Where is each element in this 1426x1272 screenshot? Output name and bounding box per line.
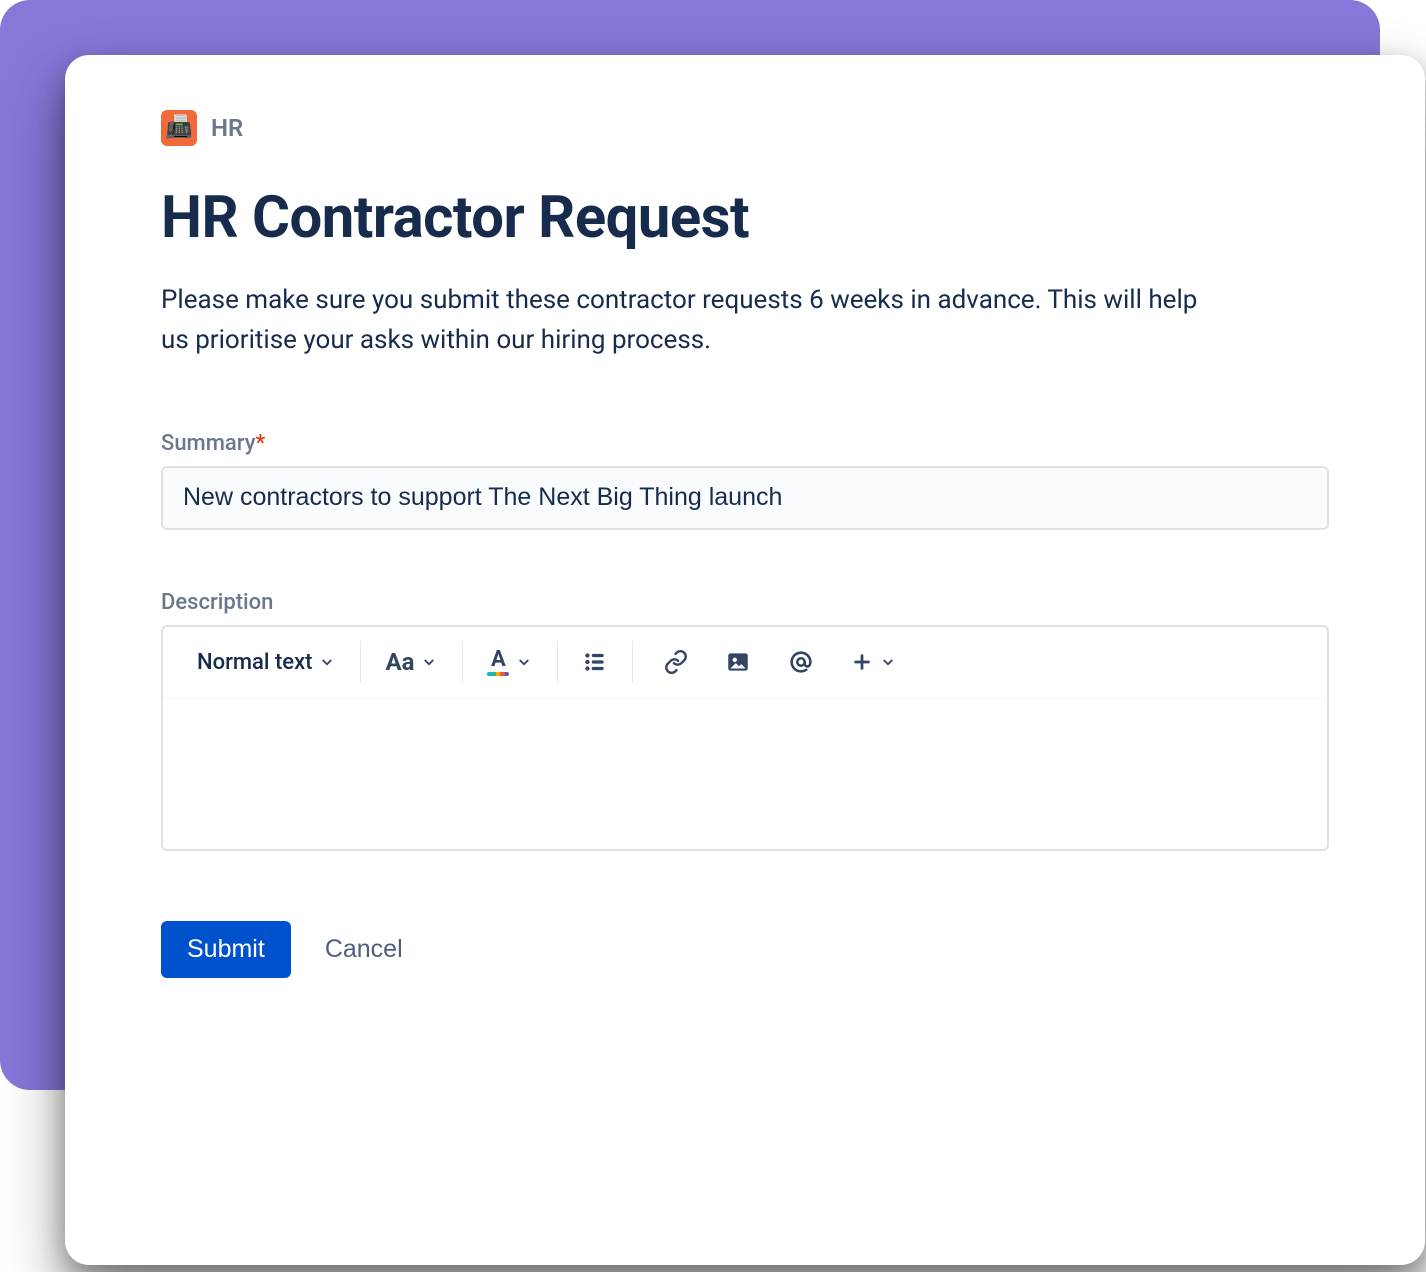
mention-button[interactable] xyxy=(783,642,819,682)
link-icon xyxy=(663,649,689,675)
project-icon-emoji: 📠 xyxy=(165,117,192,139)
required-asterisk: * xyxy=(256,431,266,456)
text-color-icon: A xyxy=(487,649,509,676)
summary-label-text: Summary xyxy=(161,431,256,456)
chevron-down-icon xyxy=(420,653,438,671)
insert-more-dropdown[interactable] xyxy=(847,645,901,679)
plus-icon xyxy=(851,651,873,673)
summary-input[interactable] xyxy=(161,466,1329,530)
page-title: HR Contractor Request xyxy=(161,184,1329,252)
cancel-button[interactable]: Cancel xyxy=(325,935,403,964)
text-style-dropdown[interactable]: Normal text xyxy=(193,644,340,681)
image-button[interactable] xyxy=(721,643,755,681)
bullet-list-icon xyxy=(582,649,608,675)
text-format-aa-icon: Aa xyxy=(385,648,414,676)
list-button[interactable] xyxy=(578,643,612,681)
description-label: Description xyxy=(161,590,1329,615)
text-formatting-dropdown[interactable]: Aa xyxy=(381,642,442,682)
text-color-dropdown[interactable]: A xyxy=(483,643,537,682)
submit-button[interactable]: Submit xyxy=(161,921,291,978)
chevron-down-icon xyxy=(515,653,533,671)
summary-label: Summary* xyxy=(161,431,1329,456)
breadcrumb: 📠 HR xyxy=(161,110,1329,146)
breadcrumb-label[interactable]: HR xyxy=(211,114,243,142)
description-textarea[interactable] xyxy=(163,699,1327,849)
chevron-down-icon xyxy=(318,653,336,671)
project-fax-icon: 📠 xyxy=(161,110,197,146)
image-icon xyxy=(725,649,751,675)
at-sign-icon xyxy=(787,648,815,676)
editor-toolbar: Normal text Aa A xyxy=(163,627,1327,699)
form-actions: Submit Cancel xyxy=(161,921,1329,978)
text-style-label: Normal text xyxy=(197,650,312,675)
form-intro-text: Please make sure you submit these contra… xyxy=(161,280,1231,361)
description-editor: Normal text Aa A xyxy=(161,625,1329,851)
link-button[interactable] xyxy=(659,643,693,681)
chevron-down-icon xyxy=(879,653,897,671)
form-card: 📠 HR HR Contractor Request Please make s… xyxy=(65,55,1425,1265)
